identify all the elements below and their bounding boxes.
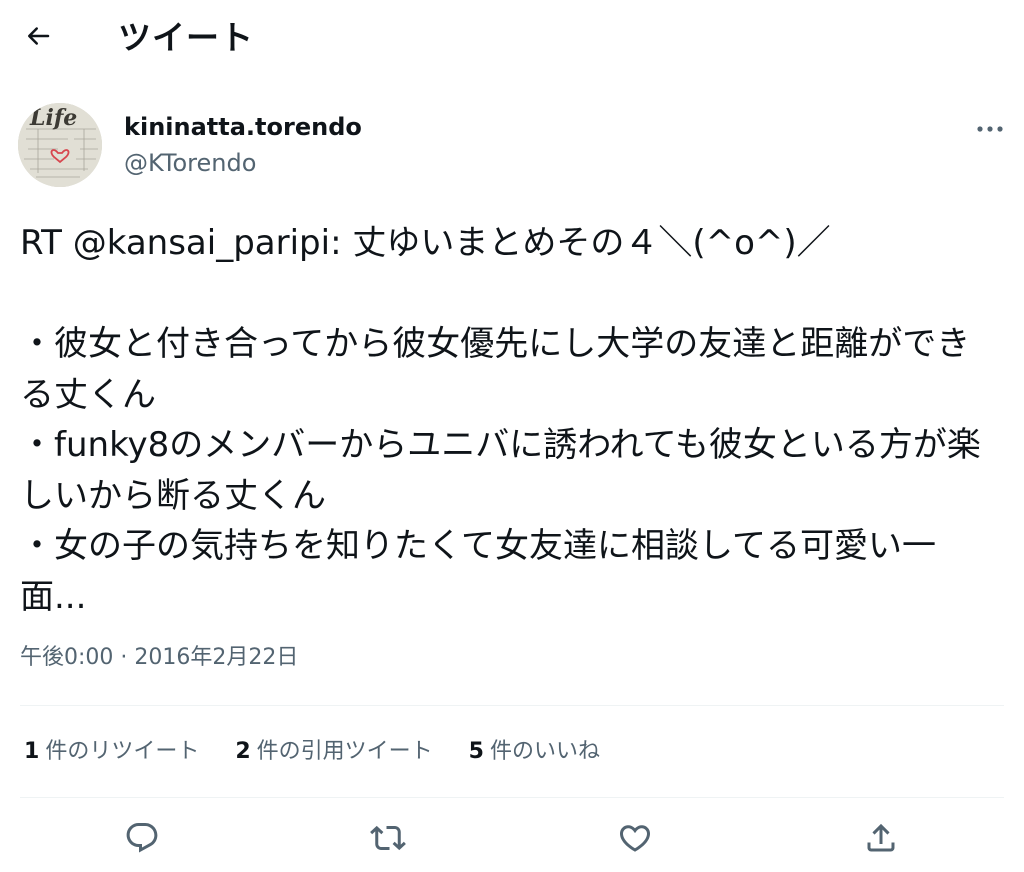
like-count-link[interactable]: 5 件のいいね: [469, 734, 600, 770]
avatar-lettering: Life: [29, 105, 77, 131]
like-button[interactable]: [613, 818, 657, 862]
quote-count: 2: [235, 739, 251, 764]
tweet-stats: 1 件のリツイート 2 件の引用ツイート 5 件のいいね: [24, 734, 636, 770]
retweet-button[interactable]: [366, 818, 410, 862]
tweet-text: RT @kansai_paripi: 丈ゆいまとめその４＼(^o^)／ ・彼女と…: [20, 223, 981, 617]
quote-count-label: 件の引用ツイート: [256, 739, 433, 764]
back-button[interactable]: [18, 18, 58, 58]
reply-button[interactable]: [120, 818, 164, 862]
divider-bottom: [20, 797, 1004, 798]
retweet-icon: [370, 820, 406, 860]
page-title: ツイート: [118, 18, 254, 57]
share-icon: [863, 820, 899, 860]
tweet-timestamp[interactable]: 午後0:00 · 2016年2月22日: [20, 640, 298, 676]
more-horizontal-icon: [976, 119, 1004, 138]
quote-count-link[interactable]: 2 件の引用ツイート: [235, 734, 432, 770]
arrow-left-icon: [23, 21, 53, 55]
reply-icon: [124, 820, 160, 860]
tweet-header: ツイート: [0, 0, 1024, 80]
avatar[interactable]: Life: [18, 103, 102, 187]
like-count-label: 件のいいね: [489, 739, 600, 764]
more-options-button[interactable]: [968, 112, 1012, 144]
divider-top: [20, 705, 1004, 706]
tweet-action-bar: [0, 810, 1024, 866]
retweet-count-label: 件のリツイート: [45, 739, 200, 764]
like-count: 5: [468, 739, 484, 764]
share-button[interactable]: [859, 818, 903, 862]
retweet-count-link[interactable]: 1 件のリツイート: [24, 734, 199, 770]
author-handle[interactable]: @KTorendo: [124, 146, 256, 180]
heart-icon: [617, 820, 653, 860]
author-display-name[interactable]: kininatta.torendo: [124, 110, 362, 144]
retweet-count: 1: [24, 739, 40, 764]
